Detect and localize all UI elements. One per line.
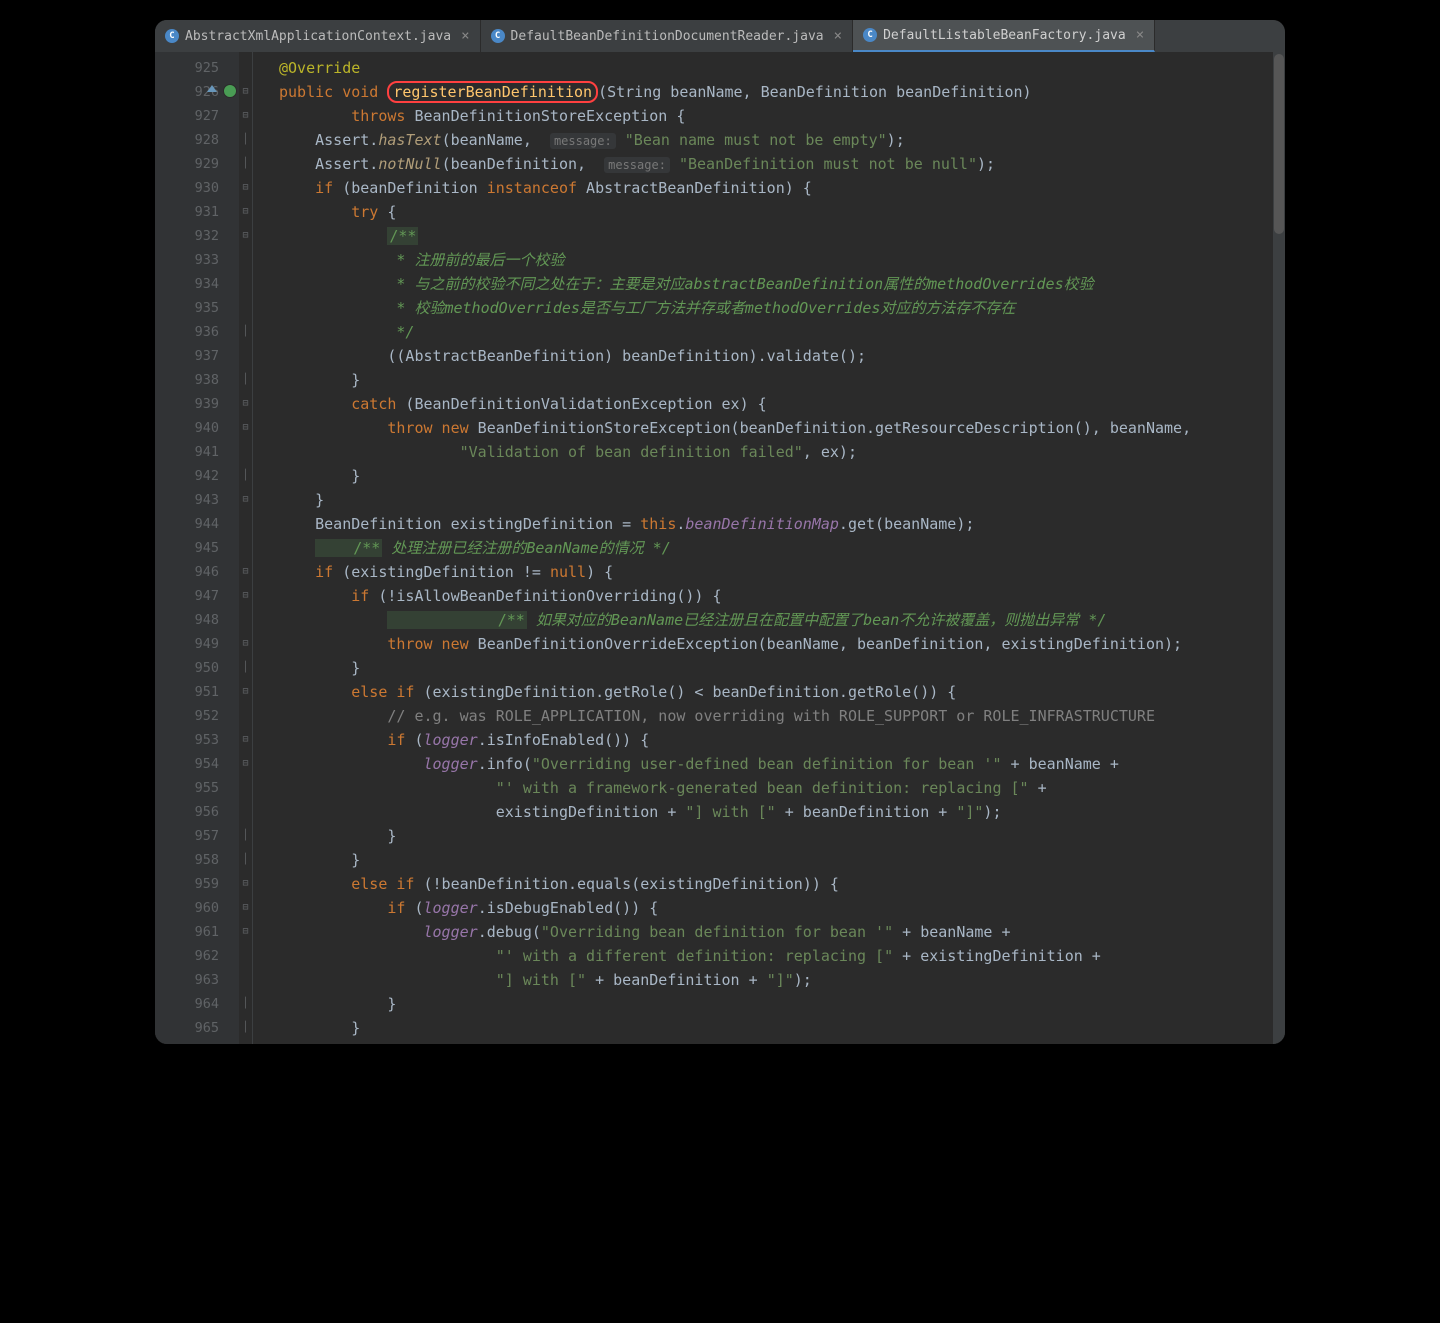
tab-bar: C AbstractXmlApplicationContext.java × C… bbox=[155, 20, 1285, 52]
scroll-thumb[interactable] bbox=[1274, 54, 1284, 234]
editor-area[interactable]: 9259269279289299309319329339349359369379… bbox=[155, 52, 1285, 1044]
tab-2[interactable]: C DefaultListableBeanFactory.java × bbox=[853, 20, 1155, 52]
close-icon[interactable]: × bbox=[834, 28, 842, 44]
class-icon: C bbox=[165, 29, 179, 43]
tab-label: DefaultListableBeanFactory.java bbox=[883, 28, 1126, 43]
scrollbar[interactable] bbox=[1273, 52, 1285, 1044]
close-icon[interactable]: × bbox=[461, 28, 469, 44]
tab-label: DefaultBeanDefinitionDocumentReader.java bbox=[511, 29, 824, 44]
class-icon: C bbox=[491, 29, 505, 43]
close-icon[interactable]: × bbox=[1136, 27, 1144, 43]
editor-window: C AbstractXmlApplicationContext.java × C… bbox=[155, 20, 1285, 1044]
code-content[interactable]: @Overridepublic void registerBeanDefinit… bbox=[253, 52, 1285, 1044]
class-icon: C bbox=[863, 28, 877, 42]
tab-0[interactable]: C AbstractXmlApplicationContext.java × bbox=[155, 20, 481, 52]
fold-column: ⊟⊟││⊟⊟⊟││⊟⊟│⊟⊟⊟⊟│⊟⊟⊟││⊟⊟⊟││ bbox=[239, 52, 253, 1044]
tab-label: AbstractXmlApplicationContext.java bbox=[185, 29, 451, 44]
line-number-gutter: 9259269279289299309319329339349359369379… bbox=[155, 52, 239, 1044]
tab-1[interactable]: C DefaultBeanDefinitionDocumentReader.ja… bbox=[481, 20, 854, 52]
